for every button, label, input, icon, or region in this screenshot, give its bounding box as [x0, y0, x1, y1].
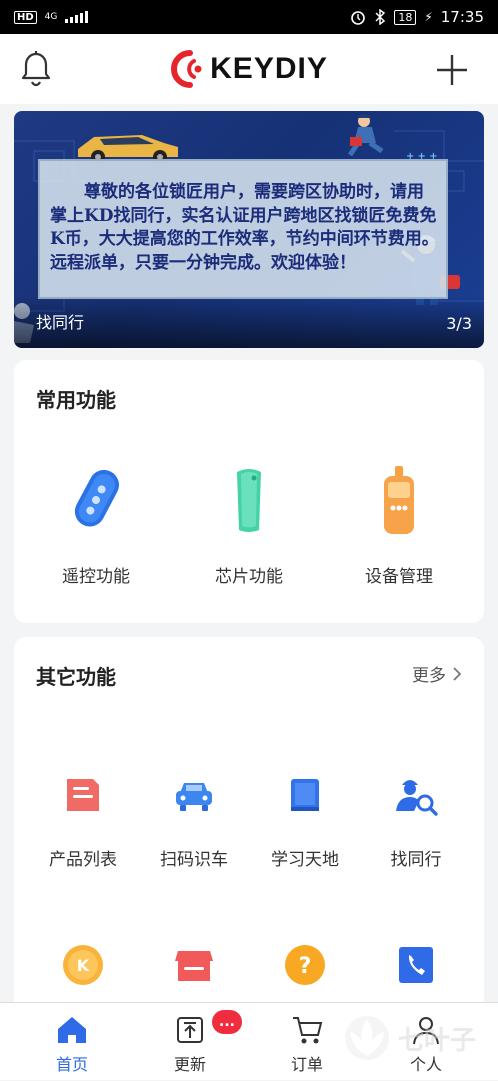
k-coin-icon: K: [63, 945, 103, 985]
device-management-label: 设备管理: [365, 567, 433, 587]
other-functions-card: 其它功能 更多 产品列表 扫码识车 学习天地 找同行 K ?: [14, 637, 484, 1017]
car-scan-button[interactable]: 扫码识车: [149, 773, 239, 870]
phone-icon: [399, 947, 433, 983]
banner-title: 找同行: [36, 313, 85, 332]
cart-icon: [293, 1017, 323, 1044]
car-scan-icon: [176, 783, 212, 811]
transponder-chip-icon: [237, 469, 261, 532]
alarm-icon: [351, 11, 366, 25]
charging-icon: ⚡: [424, 10, 433, 24]
home-icon: [58, 1017, 86, 1043]
help-button[interactable]: ?: [283, 943, 327, 987]
tab-home[interactable]: 首页: [27, 1003, 117, 1081]
tab-orders[interactable]: 订单: [262, 1003, 352, 1081]
signal-icon: [65, 11, 89, 23]
book-icon: [291, 779, 319, 811]
find-locksmith-button[interactable]: 找同行: [371, 773, 461, 870]
battery-icon: 18: [394, 9, 417, 25]
hd-badge: HD: [14, 10, 37, 24]
add-button[interactable]: [434, 52, 470, 88]
product-list-button[interactable]: 产品列表: [38, 773, 128, 870]
bluetooth-icon: [375, 9, 386, 25]
brand-name: KEYDIY: [210, 52, 328, 85]
banner-caption-strip: [14, 296, 484, 348]
k-coin-button[interactable]: K: [61, 943, 105, 987]
app-header: KEYDIY: [0, 34, 498, 104]
notification-button[interactable]: [18, 49, 54, 89]
chevron-right-icon: [453, 666, 462, 681]
watermark: 七叶子: [340, 1008, 490, 1068]
common-functions-title: 常用功能: [36, 388, 116, 412]
keydiy-logo-icon: [171, 50, 202, 88]
clock: 17:35: [440, 8, 484, 26]
brand-logo: KEYDIY: [170, 49, 328, 89]
common-functions-card: 常用功能 遥控功能 芯片功能 设备管理: [14, 360, 484, 623]
svg-text:?: ?: [299, 954, 312, 979]
tab-orders-label: 订单: [290, 1055, 323, 1074]
promo-banner[interactable]: + + + 尊敬的各位锁匠用户，需要跨区协助时，请用掌上KD找同行，实名认证用户…: [14, 111, 484, 348]
svg-text:K: K: [77, 956, 90, 975]
find-locksmith-label: 找同行: [390, 850, 442, 870]
remote-function-button[interactable]: 遥控功能: [51, 460, 141, 587]
more-label: 更多: [412, 666, 446, 686]
product-list-icon: [67, 779, 99, 811]
status-right: 18 ⚡ 17:35: [350, 8, 484, 26]
help-icon: ?: [285, 945, 325, 985]
watermark-leaf-icon: [345, 1016, 389, 1060]
store-button[interactable]: [172, 943, 216, 987]
bell-icon: [21, 51, 51, 87]
store-icon: [175, 951, 213, 981]
running-worker-illustration: [347, 114, 384, 157]
banner-pager: 3/3: [446, 314, 472, 333]
network-type: 4G: [44, 12, 58, 22]
watermark-text: 七叶子: [398, 1026, 477, 1056]
product-list-label: 产品列表: [49, 850, 117, 870]
remote-function-label: 遥控功能: [62, 567, 130, 587]
status-left: HD 4G: [14, 10, 89, 24]
tab-update-label: 更新: [173, 1055, 206, 1074]
tab-home-label: 首页: [55, 1055, 88, 1074]
car-scan-label: 扫码识车: [160, 850, 228, 870]
learning-button[interactable]: 学习天地: [260, 773, 350, 870]
update-icon: [177, 1017, 203, 1043]
status-bar: HD 4G 18 ⚡ 17:35: [0, 0, 498, 34]
phone-button[interactable]: [394, 943, 438, 987]
banner-message: 尊敬的各位锁匠用户，需要跨区协助时，请用掌上KD找同行，实名认证用户跨地区找锁匠…: [50, 182, 439, 273]
more-button[interactable]: 更多: [412, 661, 462, 686]
other-functions-title: 其它功能: [36, 665, 116, 689]
chip-function-button[interactable]: 芯片功能: [204, 460, 294, 587]
chip-function-label: 芯片功能: [215, 567, 283, 587]
update-badge: ...: [212, 1010, 242, 1034]
find-locksmith-icon: [396, 780, 438, 816]
device-management-button[interactable]: 设备管理: [354, 460, 444, 587]
car-remote-key-icon: [74, 469, 119, 527]
learning-label: 学习天地: [271, 850, 339, 870]
plus-icon: [437, 55, 467, 85]
key-tool-device-icon: [384, 466, 414, 534]
